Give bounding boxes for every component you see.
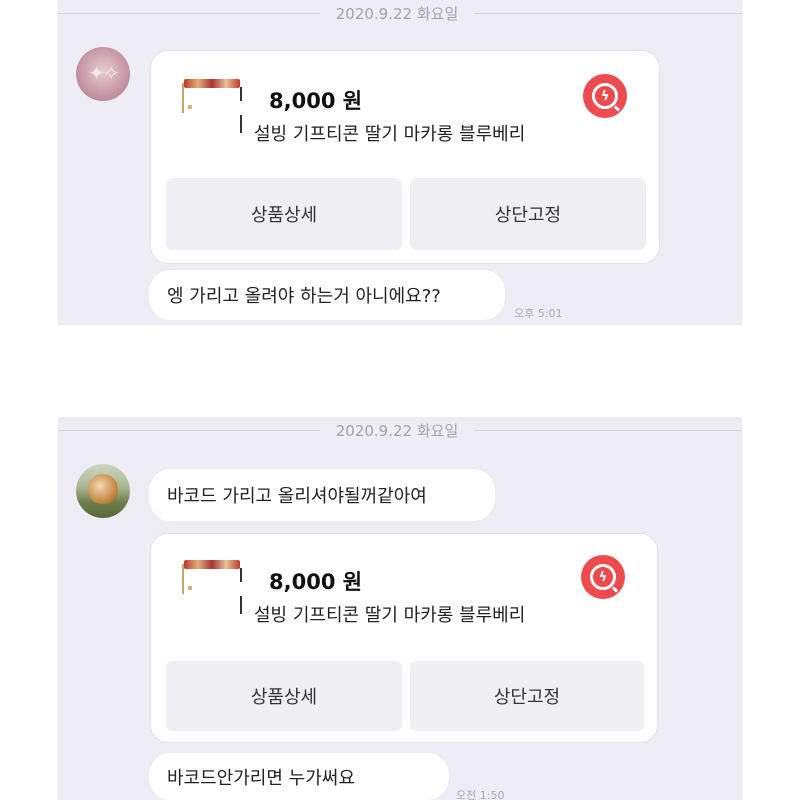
message-bubble[interactable]: 엥 가리고 올려야 하는거 아니에요?? xyxy=(149,270,505,320)
avatar[interactable] xyxy=(76,464,130,518)
gifticon-thumbnail[interactable] xyxy=(178,560,242,620)
lightning-search-icon[interactable]: ϟ xyxy=(581,555,625,599)
product-name: 설빙 기프티콘 딸기 마카롱 블루베리 xyxy=(254,124,526,145)
date-separator: 2020.9.22 화요일 xyxy=(58,0,742,28)
product-detail-button[interactable]: 상품상세 xyxy=(166,661,402,731)
avatar[interactable]: ✦✧ xyxy=(76,47,130,101)
gifticon-thumbnail[interactable] xyxy=(178,79,242,139)
gifticon-card: 8,000 원 설빙 기프티콘 딸기 마카롱 블루베리 ϟ 상품상세 상단고정 xyxy=(150,50,660,264)
chat-screenshot-2: 2020.9.22 화요일 바코드 가리고 올리셔야될꺼같아여 8,000 원 … xyxy=(58,417,742,800)
date-label: 2020.9.22 화요일 xyxy=(335,422,459,440)
price-text: 8,000 원 xyxy=(269,89,363,113)
message-time: 오후 5:01 xyxy=(514,307,563,320)
dog-photo-icon xyxy=(88,474,118,504)
price-text: 8,000 원 xyxy=(269,570,363,594)
avatar-monogram-icon: ✦✧ xyxy=(88,61,120,85)
pin-to-top-button[interactable]: 상단고정 xyxy=(410,661,644,731)
date-label: 2020.9.22 화요일 xyxy=(335,5,459,23)
chat-screenshot-1: 2020.9.22 화요일 ✦✧ 8,000 원 설빙 기프티콘 딸기 마카롱 … xyxy=(58,0,742,325)
date-separator: 2020.9.22 화요일 xyxy=(58,417,742,445)
message-bubble[interactable]: 바코드 가리고 올리셔야될꺼같아여 xyxy=(149,469,495,521)
separator-line xyxy=(474,13,742,14)
separator-line xyxy=(474,430,742,431)
product-name: 설빙 기프티콘 딸기 마카롱 블루베리 xyxy=(254,605,526,626)
pin-to-top-button[interactable]: 상단고정 xyxy=(410,178,646,250)
message-bubble[interactable]: 바코드안가리면 누가써요 xyxy=(149,753,449,800)
separator-line xyxy=(58,13,320,14)
separator-line xyxy=(58,430,320,431)
product-detail-button[interactable]: 상품상세 xyxy=(166,178,402,250)
gifticon-card: 8,000 원 설빙 기프티콘 딸기 마카롱 블루베리 ϟ 상품상세 상단고정 xyxy=(150,533,658,743)
lightning-search-icon[interactable]: ϟ xyxy=(583,74,627,118)
message-time: 오전 1:50 xyxy=(456,789,505,800)
